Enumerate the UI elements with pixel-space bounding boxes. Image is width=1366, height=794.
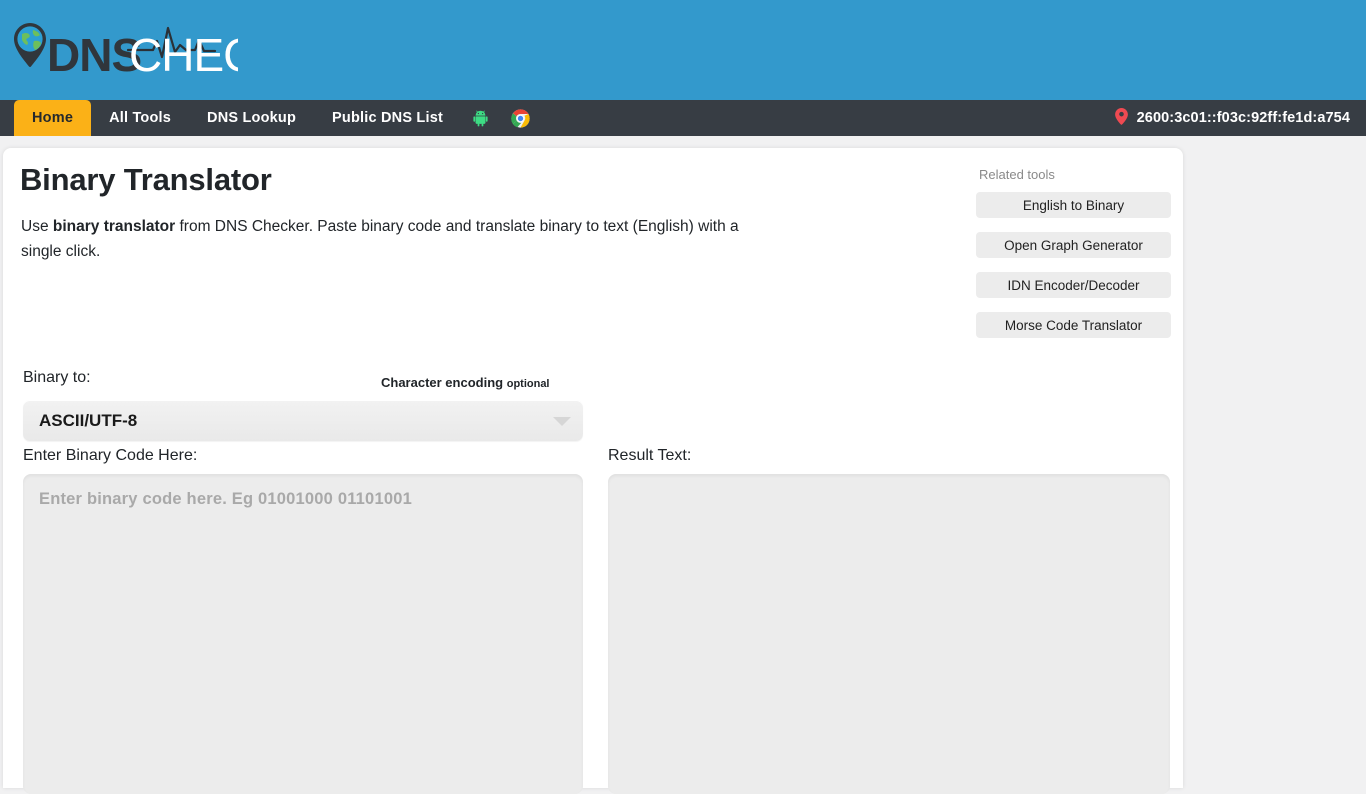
encoding-select-value: ASCII/UTF-8 (39, 410, 138, 430)
page-description: Use binary translator from DNS Checker. … (21, 214, 781, 264)
main-navigation: Home All Tools DNS Lookup Public DNS Lis… (0, 100, 1366, 136)
nav-items: Home All Tools DNS Lookup Public DNS Lis… (14, 100, 541, 136)
character-encoding-label: Character encoding optional (381, 375, 550, 390)
binary-input-label: Enter Binary Code Here: (23, 447, 198, 464)
content-card: Binary Translator Use binary translator … (3, 148, 1183, 794)
related-tool-morse-code-translator[interactable]: Morse Code Translator (976, 312, 1171, 338)
nav-item-dns-lookup[interactable]: DNS Lookup (189, 100, 314, 136)
binary-to-label: Binary to: (23, 369, 91, 386)
chrome-icon[interactable] (500, 100, 541, 136)
android-icon[interactable] (461, 100, 500, 136)
related-tool-label: Open Graph Generator (1004, 237, 1143, 253)
related-tool-idn-encoder-decoder[interactable]: IDN Encoder/Decoder (976, 272, 1171, 298)
location-pin-icon (1114, 107, 1128, 129)
description-bold: binary translator (52, 218, 176, 235)
nav-item-public-dns-list[interactable]: Public DNS List (314, 100, 461, 136)
encoding-select[interactable]: ASCII/UTF-8 (23, 400, 583, 441)
binary-input-placeholder: Enter binary code here. Eg 01001000 0110… (39, 490, 412, 508)
related-tool-label: Morse Code Translator (1004, 317, 1143, 333)
related-tool-open-graph-generator[interactable]: Open Graph Generator (976, 232, 1171, 258)
result-text-textarea[interactable] (608, 474, 1170, 794)
description-prefix: Use (21, 218, 53, 235)
related-tools-label: Related tools (979, 167, 1055, 182)
svg-text:DNS: DNS (47, 29, 141, 81)
related-tool-label: English to Binary (1022, 197, 1125, 213)
related-tool-label: IDN Encoder/Decoder (1007, 277, 1140, 293)
encoding-optional-text: optional (506, 378, 550, 390)
client-ip-display[interactable]: 2600:3c01::f03c:92ff:fe1d:a754 (1114, 100, 1350, 136)
encoding-label-text: Character encoding (381, 375, 504, 390)
chevron-down-icon (553, 417, 571, 426)
related-tool-english-to-binary[interactable]: English to Binary (976, 192, 1171, 218)
result-text-label: Result Text: (608, 447, 692, 464)
svg-text:CHECKER: CHECKER (129, 29, 238, 81)
related-tools-panel: Related tools English to Binary Open Gra… (976, 167, 1171, 352)
dnschecker-logo[interactable]: DNS CHECKER (10, 18, 240, 84)
nav-item-all-tools[interactable]: All Tools (91, 100, 189, 136)
nav-item-home[interactable]: Home (14, 100, 92, 136)
ip-address-text: 2600:3c01::f03c:92ff:fe1d:a754 (1136, 110, 1350, 126)
page-title: Binary Translator (20, 162, 272, 197)
binary-input-textarea[interactable]: Enter binary code here. Eg 01001000 0110… (23, 474, 583, 794)
site-header: DNS CHECKER (0, 0, 1366, 100)
